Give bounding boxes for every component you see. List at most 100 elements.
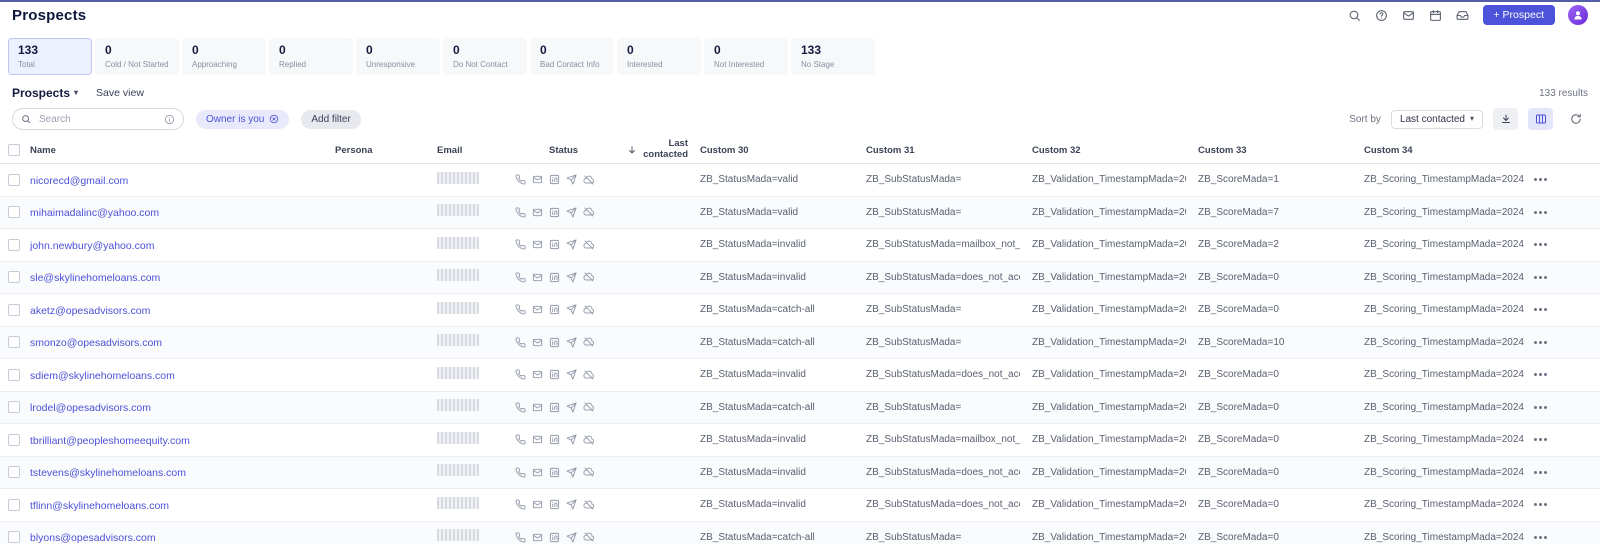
prospect-name-link[interactable]: nicorecd@gmail.com xyxy=(30,175,128,187)
row-checkbox[interactable] xyxy=(8,173,20,186)
prospect-name-link[interactable]: aketz@opesadvisors.com xyxy=(30,305,150,317)
send-icon[interactable] xyxy=(565,173,578,186)
phone-icon[interactable] xyxy=(514,401,527,414)
email-icon[interactable] xyxy=(531,531,544,544)
more-actions-button[interactable] xyxy=(1532,402,1549,413)
send-icon[interactable] xyxy=(565,368,578,381)
email-icon[interactable] xyxy=(531,433,544,446)
send-icon[interactable] xyxy=(565,401,578,414)
send-icon[interactable] xyxy=(565,433,578,446)
phone-icon[interactable] xyxy=(514,498,527,511)
stat-card-not-interested[interactable]: 0 Not Interested xyxy=(704,38,788,75)
email-icon[interactable] xyxy=(531,336,544,349)
stat-card-unresponsive[interactable]: 0 Unresponsive xyxy=(356,38,440,75)
row-checkbox[interactable] xyxy=(8,401,20,414)
linkedin-icon[interactable] xyxy=(548,303,561,316)
search-input[interactable] xyxy=(37,112,158,126)
prospect-name-link[interactable]: tbrilliant@peopleshomeequity.com xyxy=(30,435,190,447)
send-icon[interactable] xyxy=(565,466,578,479)
column-header-custom-31[interactable]: Custom 31 xyxy=(854,145,1020,156)
row-checkbox[interactable] xyxy=(8,206,20,219)
row-checkbox[interactable] xyxy=(8,368,20,381)
more-actions-button[interactable] xyxy=(1532,337,1549,348)
email-icon[interactable] xyxy=(531,173,544,186)
linkedin-icon[interactable] xyxy=(548,336,561,349)
more-actions-button[interactable] xyxy=(1532,532,1549,543)
stat-card-replied[interactable]: 0 Replied xyxy=(269,38,353,75)
user-avatar[interactable] xyxy=(1568,5,1588,25)
column-header-custom-30[interactable]: Custom 30 xyxy=(688,145,854,156)
prospect-name-link[interactable]: sle@skylinehomeloans.com xyxy=(30,272,160,284)
prospect-name-link[interactable]: lrodel@opesadvisors.com xyxy=(30,402,151,414)
send-icon[interactable] xyxy=(565,336,578,349)
linkedin-icon[interactable] xyxy=(548,271,561,284)
mail-icon[interactable] xyxy=(1402,8,1416,22)
owner-filter-chip[interactable]: Owner is you xyxy=(196,109,290,129)
row-checkbox[interactable] xyxy=(8,303,20,316)
stat-card-total[interactable]: 133 Total xyxy=(8,38,92,75)
phone-icon[interactable] xyxy=(514,466,527,479)
prospect-name-link[interactable]: tflinn@skylinehomeloans.com xyxy=(30,500,169,512)
row-checkbox[interactable] xyxy=(8,531,20,544)
help-icon[interactable] xyxy=(1375,8,1389,22)
search-box[interactable] xyxy=(12,108,184,130)
sort-descending-icon[interactable] xyxy=(627,145,637,155)
column-header-email[interactable]: Email xyxy=(437,145,513,156)
column-header-custom-32[interactable]: Custom 32 xyxy=(1020,145,1186,156)
more-actions-button[interactable] xyxy=(1532,207,1549,218)
row-checkbox[interactable] xyxy=(8,238,20,251)
linkedin-icon[interactable] xyxy=(548,401,561,414)
sort-select[interactable]: Last contacted ▾ xyxy=(1390,109,1483,129)
linkedin-icon[interactable] xyxy=(548,206,561,219)
prospect-name-link[interactable]: blyons@opesadvisors.com xyxy=(30,532,156,544)
more-actions-button[interactable] xyxy=(1532,174,1549,185)
send-icon[interactable] xyxy=(565,238,578,251)
send-icon[interactable] xyxy=(565,303,578,316)
phone-icon[interactable] xyxy=(514,531,527,544)
stat-card-cold-not-started[interactable]: 0 Cold / Not Started xyxy=(95,38,179,75)
email-icon[interactable] xyxy=(531,401,544,414)
refresh-button[interactable] xyxy=(1563,108,1588,130)
linkedin-icon[interactable] xyxy=(548,173,561,186)
more-actions-button[interactable] xyxy=(1532,369,1549,380)
prospect-name-link[interactable]: tstevens@skylinehomeloans.com xyxy=(30,467,186,479)
row-checkbox[interactable] xyxy=(8,336,20,349)
linkedin-icon[interactable] xyxy=(548,466,561,479)
stat-card-do-not-contact[interactable]: 0 Do Not Contact xyxy=(443,38,527,75)
remove-filter-icon[interactable] xyxy=(269,114,279,124)
export-button[interactable] xyxy=(1493,108,1518,130)
phone-icon[interactable] xyxy=(514,271,527,284)
linkedin-icon[interactable] xyxy=(548,498,561,511)
send-icon[interactable] xyxy=(565,206,578,219)
select-all-checkbox[interactable] xyxy=(8,144,20,156)
more-actions-button[interactable] xyxy=(1532,434,1549,445)
linkedin-icon[interactable] xyxy=(548,531,561,544)
email-icon[interactable] xyxy=(531,498,544,511)
column-header-custom-33[interactable]: Custom 33 xyxy=(1186,145,1352,156)
phone-icon[interactable] xyxy=(514,336,527,349)
column-header-persona[interactable]: Persona xyxy=(335,145,437,156)
row-checkbox[interactable] xyxy=(8,271,20,284)
prospect-name-link[interactable]: sdiem@skylinehomeloans.com xyxy=(30,370,175,382)
row-checkbox[interactable] xyxy=(8,466,20,479)
phone-icon[interactable] xyxy=(514,173,527,186)
prospect-name-link[interactable]: john.newbury@yahoo.com xyxy=(30,240,154,252)
linkedin-icon[interactable] xyxy=(548,368,561,381)
add-filter-button[interactable]: Add filter xyxy=(301,109,361,129)
search-icon[interactable] xyxy=(1348,8,1362,22)
email-icon[interactable] xyxy=(531,271,544,284)
email-icon[interactable] xyxy=(531,368,544,381)
more-actions-button[interactable] xyxy=(1532,304,1549,315)
new-prospect-button[interactable]: + Prospect xyxy=(1482,5,1555,25)
email-icon[interactable] xyxy=(531,466,544,479)
more-actions-button[interactable] xyxy=(1532,239,1549,250)
more-actions-button[interactable] xyxy=(1532,467,1549,478)
phone-icon[interactable] xyxy=(514,303,527,316)
linkedin-icon[interactable] xyxy=(548,238,561,251)
prospect-name-link[interactable]: smonzo@opesadvisors.com xyxy=(30,337,162,349)
more-actions-button[interactable] xyxy=(1532,272,1549,283)
row-checkbox[interactable] xyxy=(8,433,20,446)
send-icon[interactable] xyxy=(565,531,578,544)
linkedin-icon[interactable] xyxy=(548,433,561,446)
send-icon[interactable] xyxy=(565,271,578,284)
